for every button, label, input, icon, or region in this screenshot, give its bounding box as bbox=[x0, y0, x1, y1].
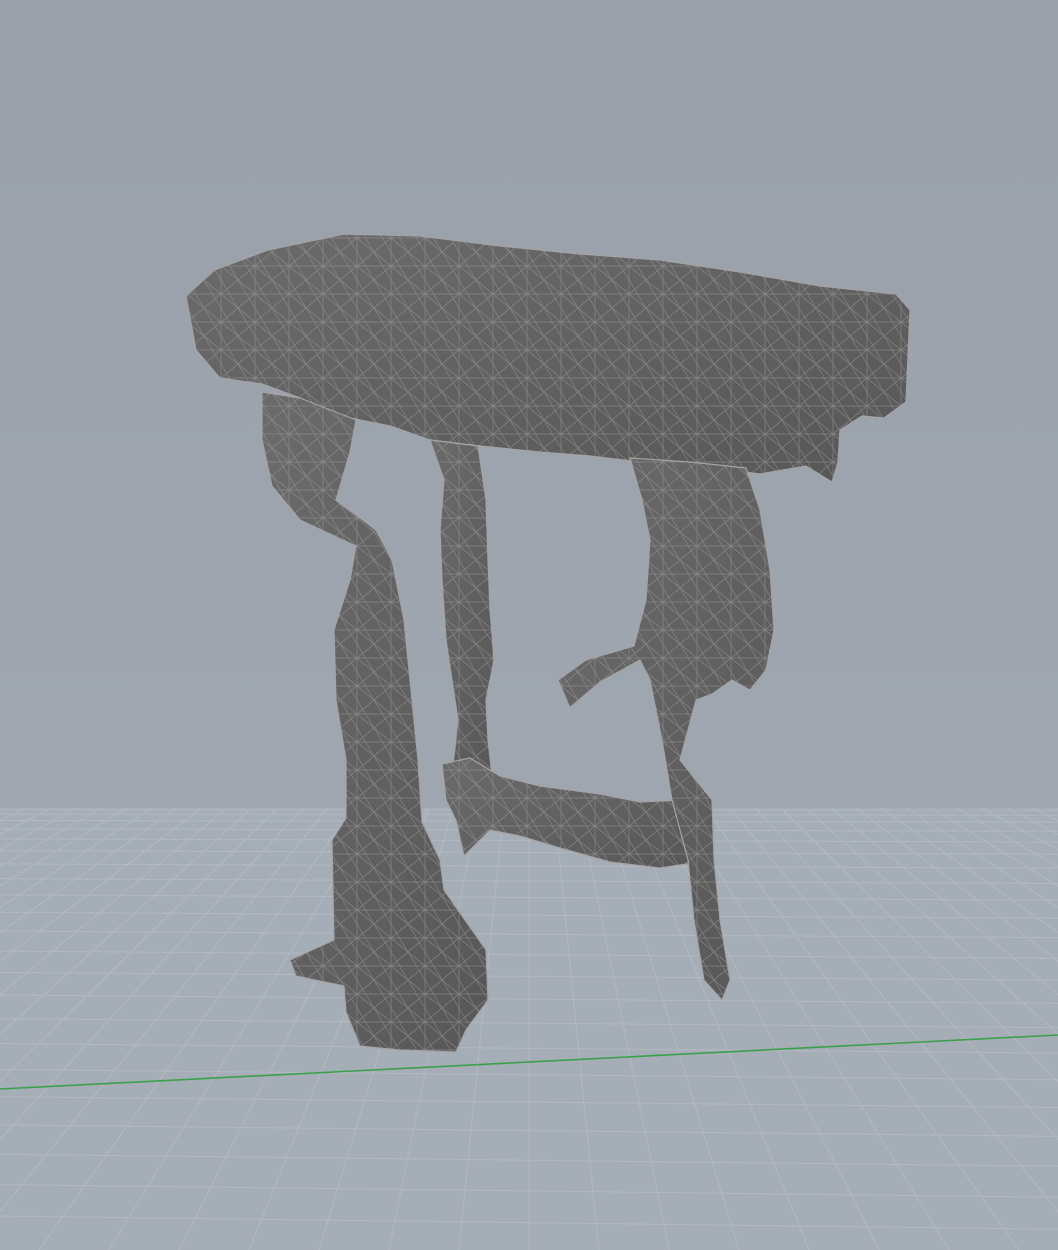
3d-viewport[interactable] bbox=[0, 0, 1058, 1250]
viewport-canvas[interactable] bbox=[0, 0, 1058, 1250]
